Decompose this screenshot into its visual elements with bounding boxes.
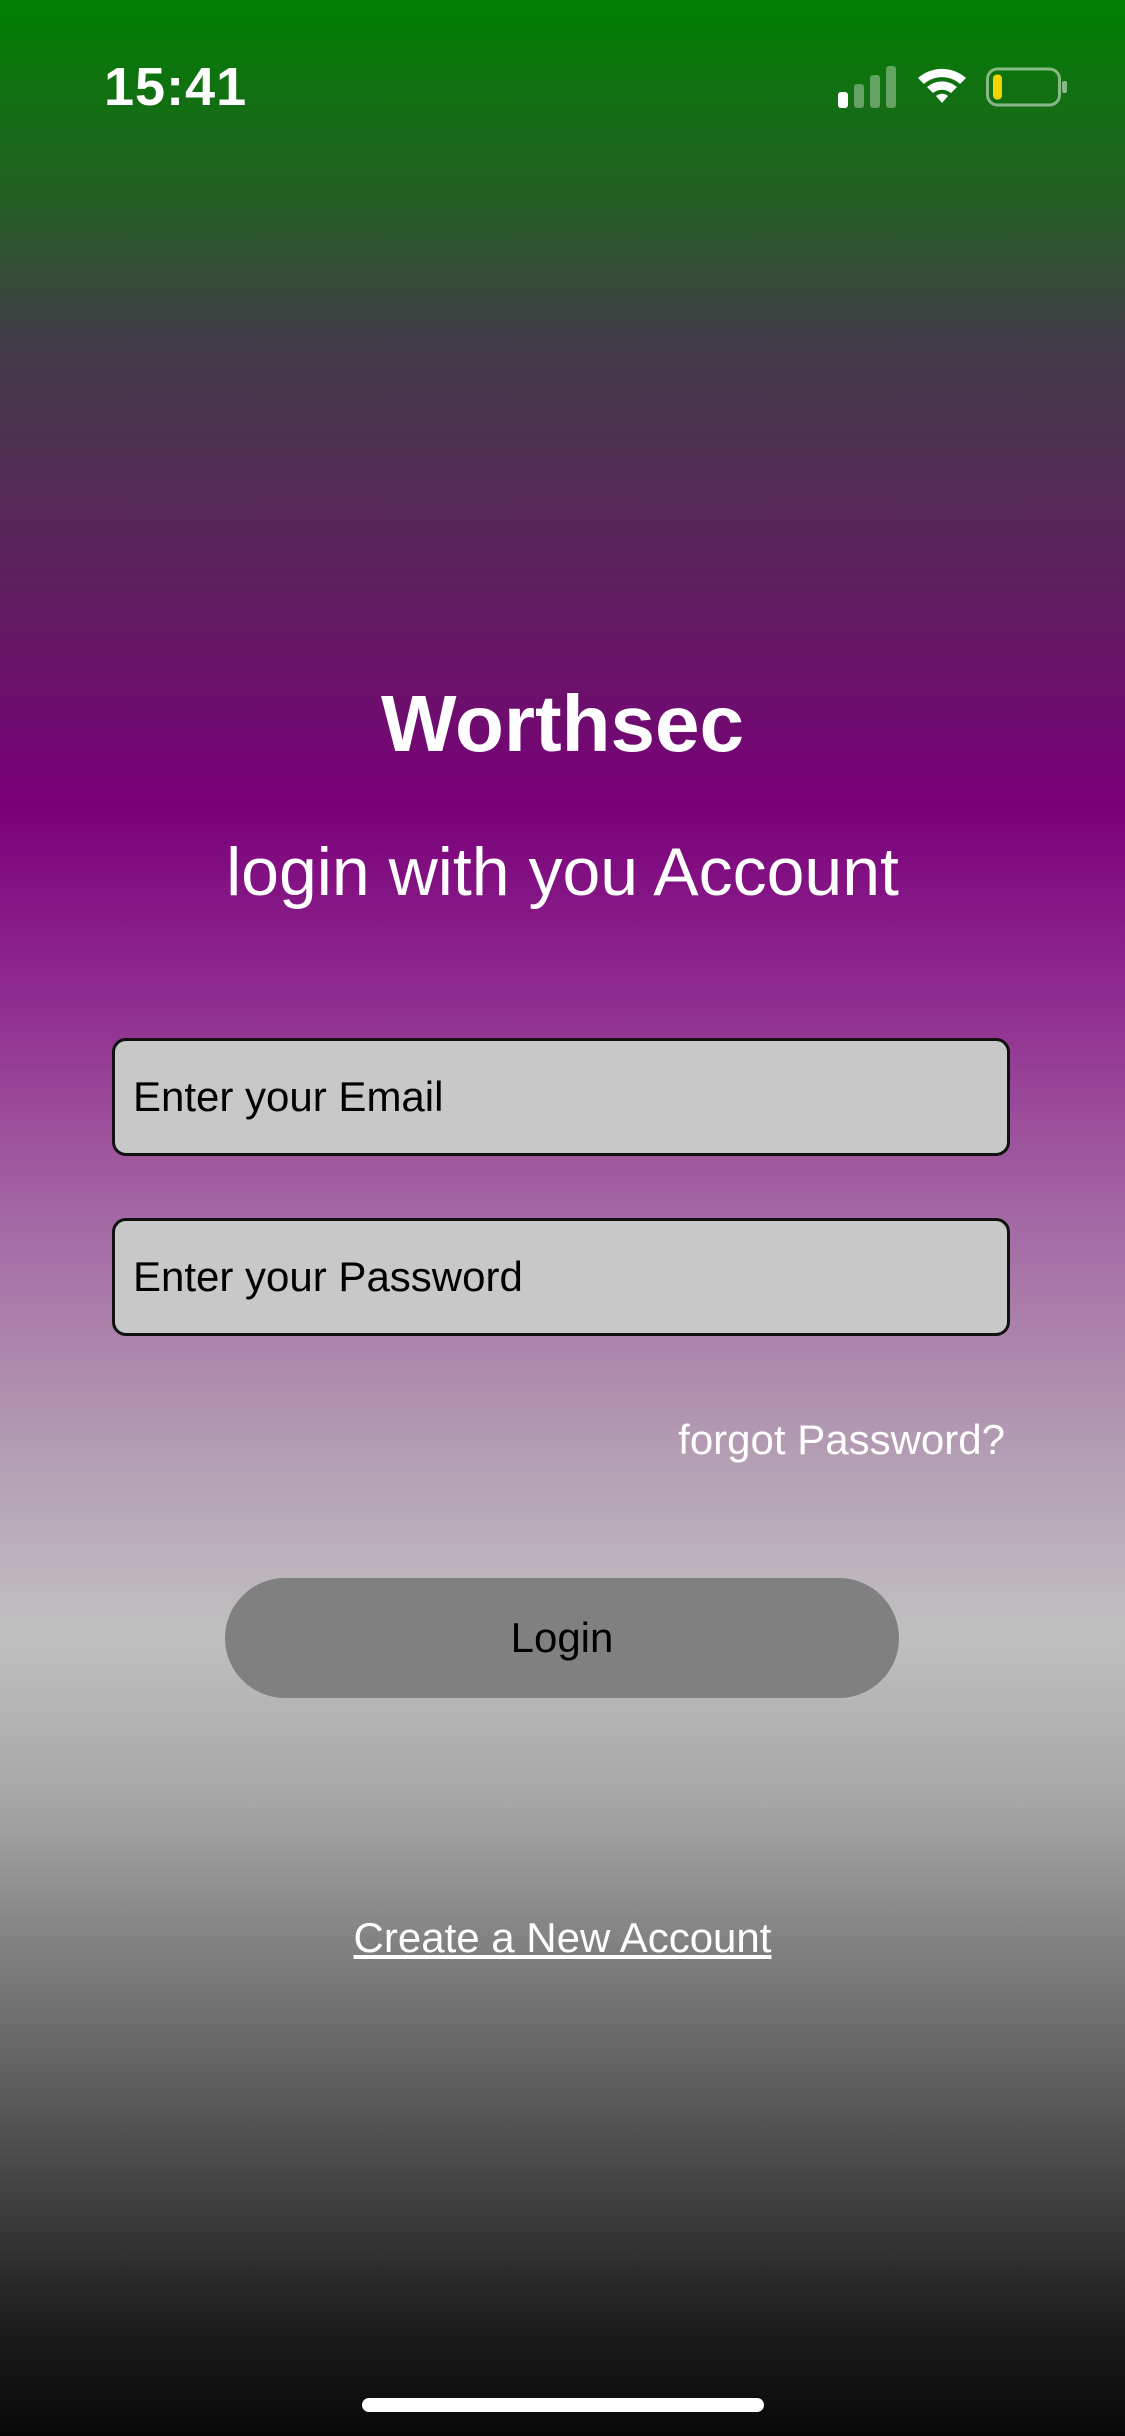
home-indicator [362, 2398, 764, 2412]
login-button[interactable]: Login [225, 1578, 899, 1698]
forgot-password-link[interactable]: forgot Password? [678, 1416, 1005, 1464]
status-bar: 15:41 [0, 0, 1125, 180]
status-time: 15:41 [104, 57, 248, 117]
email-input[interactable] [112, 1038, 1010, 1156]
login-subtitle: login with you Account [226, 834, 899, 910]
password-input[interactable] [112, 1218, 1010, 1336]
app-title: Worthsec [380, 679, 745, 768]
cellular-signal-icon [838, 66, 896, 108]
wifi-icon [918, 68, 966, 103]
create-account-link[interactable]: Create a New Account [0, 1914, 1125, 1962]
battery-low-icon [986, 67, 1067, 107]
